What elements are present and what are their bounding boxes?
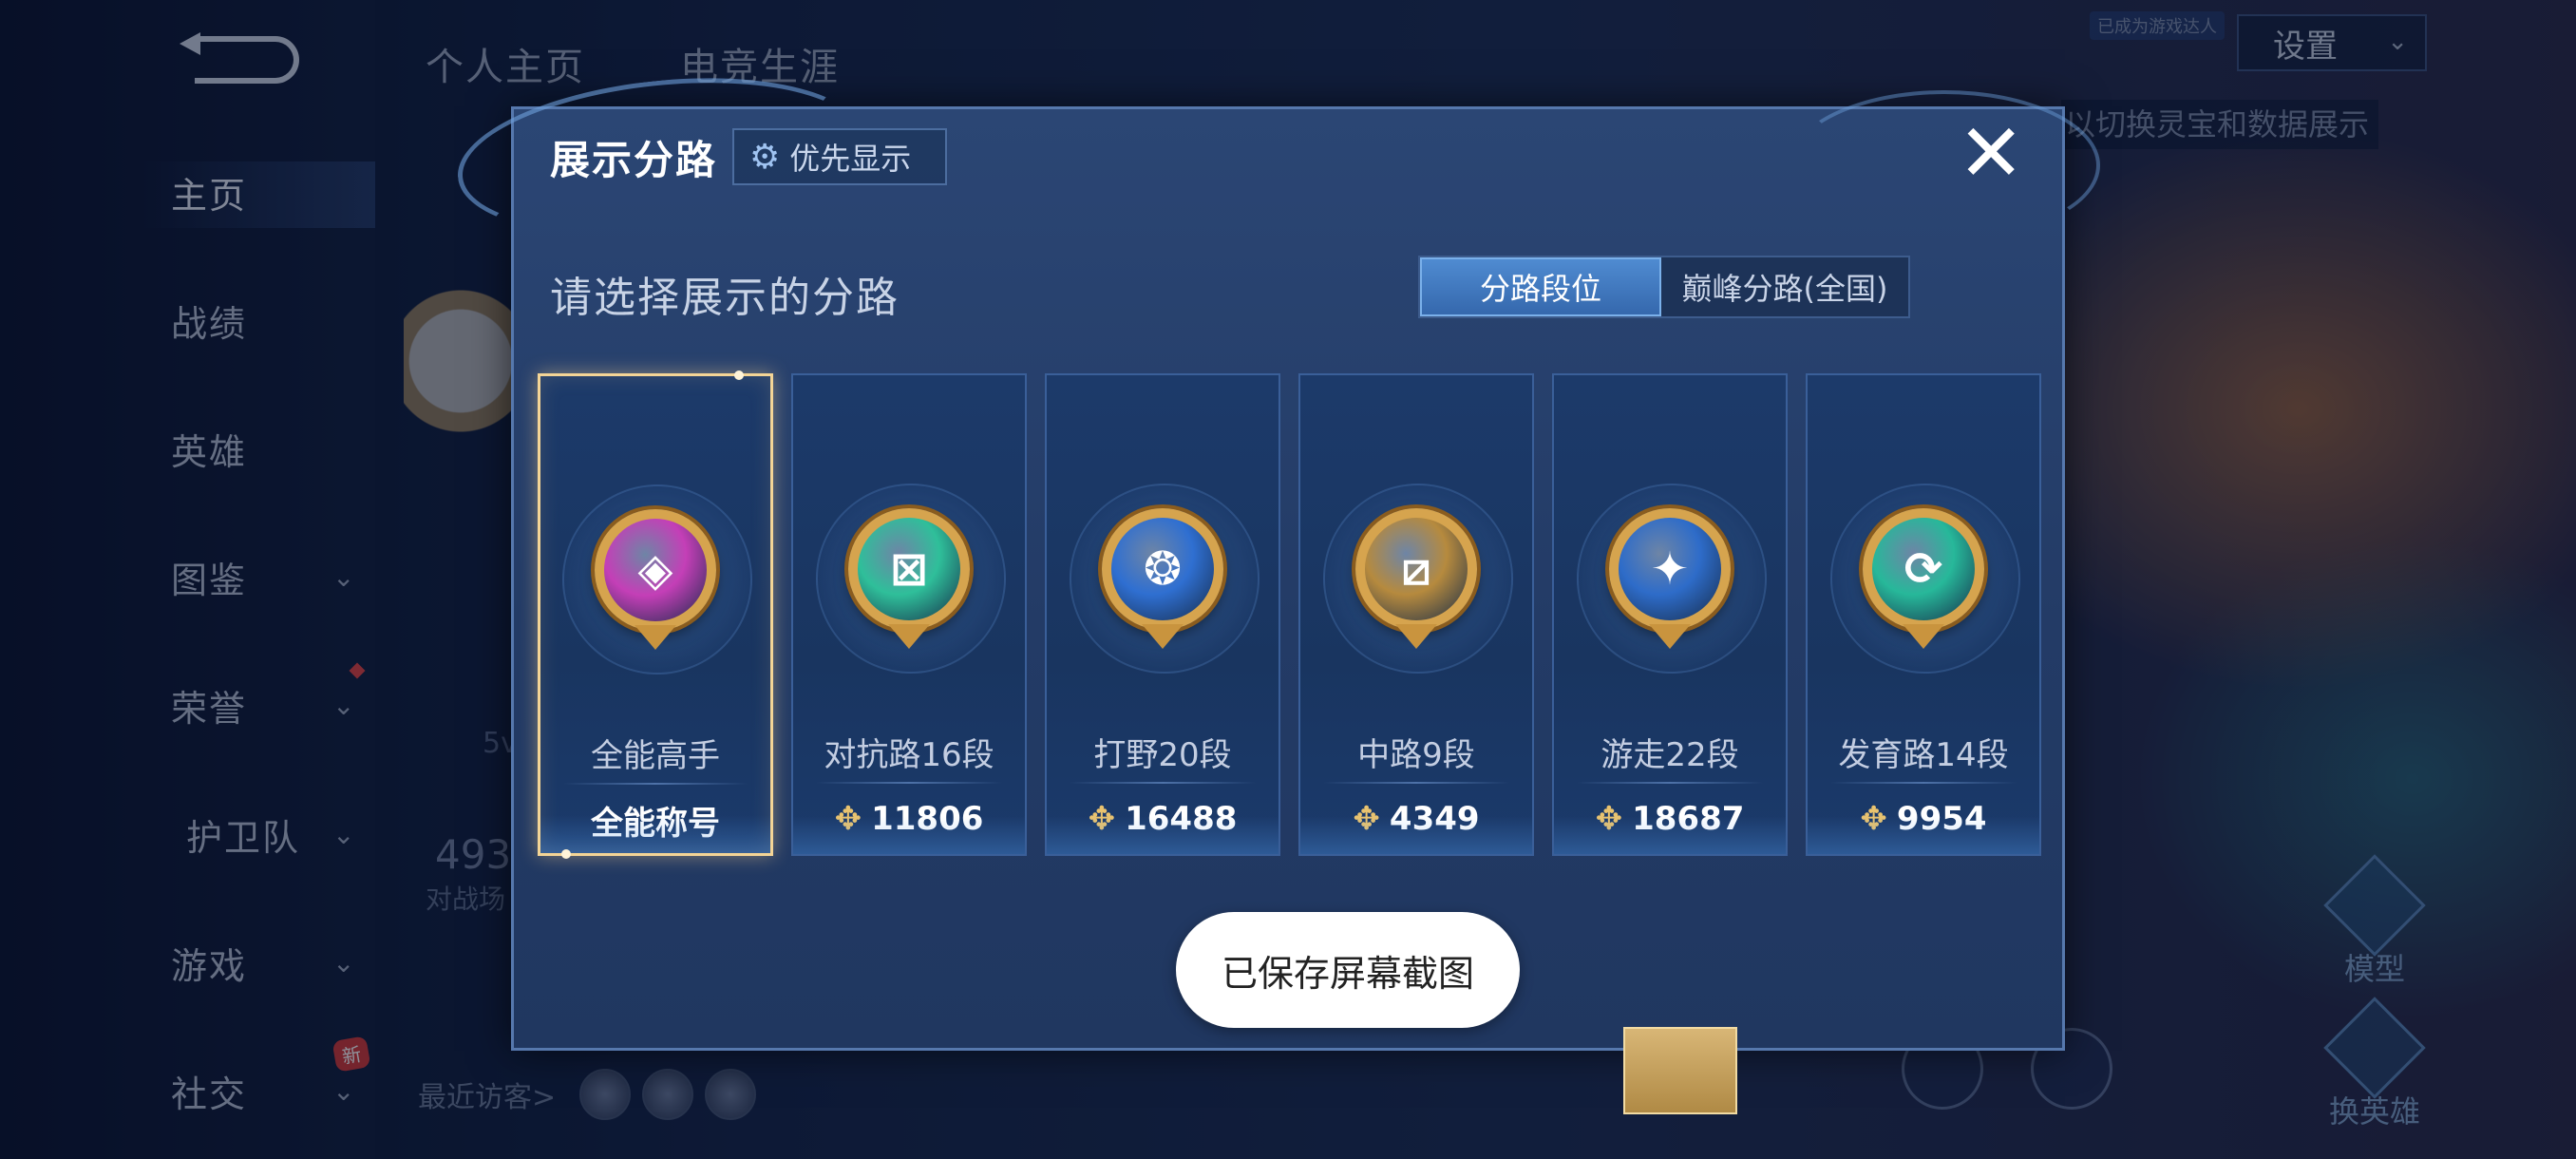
close-icon[interactable]: ✕: [1958, 113, 2024, 193]
roam-icon: ✦: [1609, 508, 1731, 649]
divider: [1323, 782, 1509, 784]
segment-lane-rank[interactable]: 分路段位: [1420, 257, 1661, 316]
mid-lane-icon: ⧄: [1355, 508, 1477, 649]
farm-lane-icon: ⟳: [1863, 508, 1984, 649]
divider: [1830, 782, 2017, 784]
lane-rank-label: 全能高手: [591, 737, 720, 775]
clash-lane-icon: ⊠: [848, 508, 970, 649]
confirm-button[interactable]: [1623, 1027, 1737, 1114]
lane-card[interactable]: ⊠对抗路16段✥11806: [791, 373, 1027, 856]
badge-glyph: ⊠: [889, 542, 929, 596]
decorative-swirl: [1789, 90, 2100, 240]
lane-rank-label: 中路9段: [1357, 736, 1475, 774]
lane-card[interactable]: ⟳发育路14段✥9954: [1806, 373, 2041, 856]
priority-display-button[interactable]: ⚙ 优先显示: [732, 128, 947, 185]
lane-card[interactable]: ❂打野20段✥16488: [1045, 373, 1280, 856]
segment-control: 分路段位 巅峰分路(全国): [1418, 256, 1910, 318]
corner-sparkle: [561, 849, 571, 859]
lane-rank-label: 对抗路16段: [824, 736, 994, 774]
card-bottom-glow: [1554, 816, 1786, 854]
lane-rank-label: 打野20段: [1093, 736, 1232, 774]
jungle-icon: ❂: [1102, 508, 1223, 649]
lane-card[interactable]: ⧄中路9段✥4349: [1298, 373, 1534, 856]
badge-glyph: ◈: [637, 543, 673, 597]
divider: [563, 783, 748, 785]
card-bottom-glow: [793, 816, 1025, 854]
corner-sparkle: [734, 370, 744, 380]
lane-rank-label: 游走22段: [1601, 736, 1739, 774]
divider: [816, 782, 1002, 784]
screenshot-toast: 已保存屏幕截图: [1176, 912, 1520, 1028]
card-bottom-glow: [1300, 816, 1532, 854]
lane-card[interactable]: ✦游走22段✥18687: [1552, 373, 1788, 856]
badge-glyph: ⟳: [1904, 542, 1943, 596]
card-bottom-glow: [540, 815, 770, 853]
all-round-icon: ◈: [595, 509, 716, 650]
segment-peak-lane[interactable]: 巅峰分路(全国): [1661, 257, 1908, 316]
dialog-subtitle: 请选择展示的分路: [550, 274, 900, 322]
lane-card[interactable]: ◈全能高手全能称号: [538, 370, 773, 859]
gear-icon: ⚙: [749, 137, 781, 177]
divider: [1577, 782, 1763, 784]
priority-display-label: 优先显示: [789, 141, 912, 177]
lane-rank-label: 发育路14段: [1838, 736, 2009, 774]
dialog-title: 展示分路: [550, 137, 718, 183]
badge-glyph: ✦: [1650, 542, 1690, 596]
badge-glyph: ⧄: [1401, 542, 1431, 596]
card-bottom-glow: [1808, 816, 2039, 854]
badge-glyph: ❂: [1143, 542, 1183, 596]
lane-display-dialog: 展示分路 ⚙ 优先显示 ✕ 请选择展示的分路 分路段位 巅峰分路(全国) ◈ 全能…: [449, 59, 2100, 1114]
card-bottom-glow: [1047, 816, 1279, 854]
divider: [1070, 782, 1256, 784]
